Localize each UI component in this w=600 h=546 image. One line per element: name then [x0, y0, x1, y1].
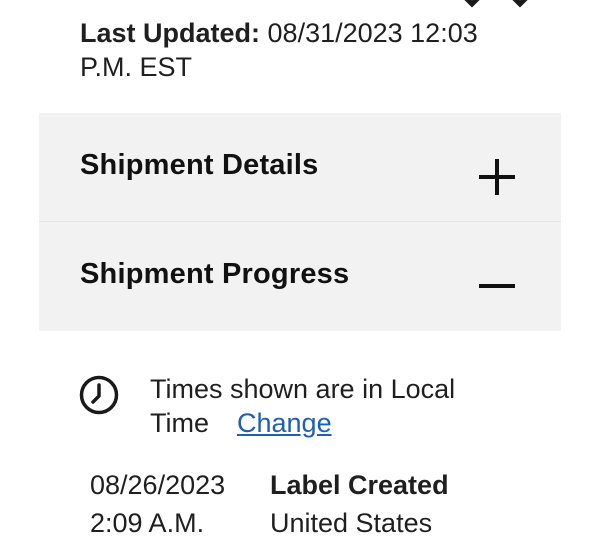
- timezone-text: Times shown are in Local Time Change: [150, 372, 530, 440]
- event-status: Label Created: [270, 470, 449, 500]
- tracking-page: Last Updated: 08/31/2023 12:03 P.M. EST …: [0, 0, 600, 546]
- timezone-notice: Times shown are in Local Time Change: [78, 372, 538, 442]
- event-location: United States: [270, 508, 433, 538]
- minus-icon[interactable]: [477, 266, 517, 306]
- change-timezone-link[interactable]: Change: [237, 408, 332, 438]
- partial-chevron-icons: [464, 0, 528, 8]
- list-item: 08/26/2023 2:09 A.M. Label Created Unite…: [90, 466, 530, 546]
- last-updated-label: Last Updated:: [80, 18, 261, 48]
- event-date: 08/26/2023: [90, 470, 226, 500]
- accordion-title: Shipment Details: [80, 149, 319, 181]
- accordion-shipment-progress[interactable]: Shipment Progress: [39, 222, 561, 331]
- accordion-title: Shipment Progress: [80, 258, 350, 290]
- accordion-shipment-details[interactable]: Shipment Details: [39, 113, 561, 222]
- event-time: 2:09 A.M.: [90, 508, 205, 538]
- event-datetime: 08/26/2023 2:09 A.M.: [90, 466, 225, 542]
- event-details: Label Created United States: [270, 466, 449, 542]
- plus-icon[interactable]: [477, 157, 517, 197]
- clock-icon: [79, 375, 119, 415]
- last-updated: Last Updated: 08/31/2023 12:03 P.M. EST: [80, 16, 520, 84]
